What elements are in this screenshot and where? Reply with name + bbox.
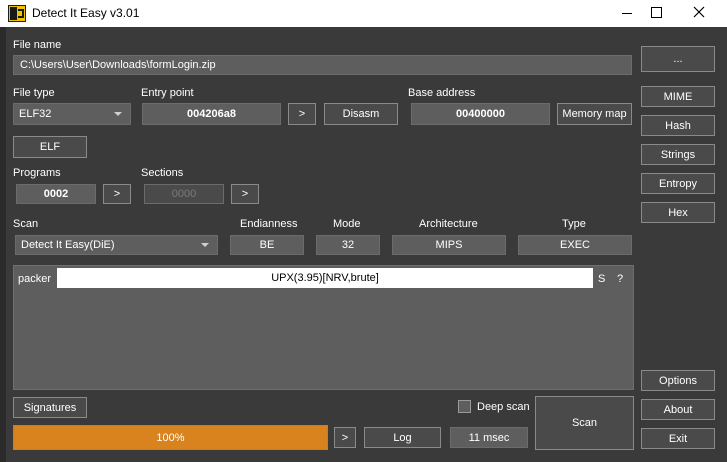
- file-name-field[interactable]: C:\Users\User\Downloads\formLogin.zip: [13, 55, 632, 75]
- mime-button[interactable]: MIME: [641, 86, 715, 107]
- base-address-label: Base address: [408, 87, 476, 99]
- scan-button[interactable]: Scan: [535, 396, 634, 450]
- programs-label: Programs: [13, 167, 61, 179]
- entropy-button[interactable]: Entropy: [641, 173, 715, 194]
- options-button[interactable]: Options: [641, 370, 715, 391]
- scan-engine-value: Detect It Easy(DiE): [21, 239, 115, 251]
- base-address-field[interactable]: 00400000: [411, 103, 550, 125]
- entry-point-label: Entry point: [141, 87, 194, 99]
- window-title: Detect It Easy v3.01: [32, 6, 140, 20]
- file-type-label: File type: [13, 87, 55, 99]
- file-type-select[interactable]: ELF32: [13, 103, 131, 125]
- file-type-value: ELF32: [19, 108, 52, 120]
- strings-button[interactable]: Strings: [641, 144, 715, 165]
- result-info-button[interactable]: ?: [617, 273, 623, 285]
- result-name[interactable]: UPX(3.95)[NRV,brute]: [57, 268, 593, 288]
- result-kind: packer: [18, 273, 52, 285]
- deep-scan-label: Deep scan: [477, 401, 530, 413]
- app-logo-icon: [8, 5, 26, 22]
- elf-button[interactable]: ELF: [13, 136, 87, 158]
- endianness-label: Endianness: [240, 218, 298, 230]
- scan-engine-select[interactable]: Detect It Easy(DiE): [15, 235, 218, 255]
- about-button[interactable]: About: [641, 399, 715, 420]
- browse-button[interactable]: ...: [641, 46, 715, 72]
- scan-progress-label: 100%: [156, 431, 185, 444]
- elapsed-time-field: 11 msec: [450, 427, 528, 448]
- signatures-button[interactable]: Signatures: [13, 397, 87, 418]
- architecture-field: MIPS: [392, 235, 506, 255]
- close-icon[interactable]: [678, 0, 724, 27]
- title-bar: Detect It Easy v3.01: [0, 0, 727, 27]
- type-field: EXEC: [518, 235, 632, 255]
- entry-point-field[interactable]: 004206a8: [142, 103, 281, 125]
- programs-field[interactable]: 0002: [16, 184, 96, 204]
- exit-button[interactable]: Exit: [641, 428, 715, 449]
- hash-button[interactable]: Hash: [641, 115, 715, 136]
- scan-label: Scan: [13, 218, 39, 230]
- deep-scan-checkbox[interactable]: [458, 400, 471, 413]
- sections-next-button[interactable]: >: [231, 184, 259, 204]
- results-panel: packer UPX(3.95)[NRV,brute] S ?: [13, 265, 634, 390]
- result-signature-button[interactable]: S: [598, 273, 605, 285]
- disasm-button[interactable]: Disasm: [324, 103, 398, 125]
- file-name-label: File name: [13, 39, 62, 51]
- chevron-down-icon: [201, 243, 209, 247]
- mode-label: Mode: [333, 218, 361, 230]
- hex-button[interactable]: Hex: [641, 202, 715, 223]
- sections-label: Sections: [141, 167, 184, 179]
- window-edge: [0, 27, 6, 462]
- endianness-field: BE: [230, 235, 304, 255]
- maximize-icon[interactable]: [632, 0, 678, 27]
- architecture-label: Architecture: [419, 218, 478, 230]
- result-row: packer UPX(3.95)[NRV,brute] S ?: [14, 268, 633, 290]
- programs-next-button[interactable]: >: [103, 184, 131, 204]
- mode-field: 32: [316, 235, 380, 255]
- sections-field: 0000: [144, 184, 224, 204]
- type-label: Type: [562, 218, 586, 230]
- entry-point-next-button[interactable]: >: [288, 103, 316, 125]
- progress-next-button[interactable]: >: [334, 427, 356, 448]
- log-button[interactable]: Log: [364, 427, 441, 448]
- scan-progress-bar: 100%: [13, 425, 328, 450]
- chevron-down-icon: [114, 112, 122, 116]
- memory-map-button[interactable]: Memory map: [557, 103, 632, 125]
